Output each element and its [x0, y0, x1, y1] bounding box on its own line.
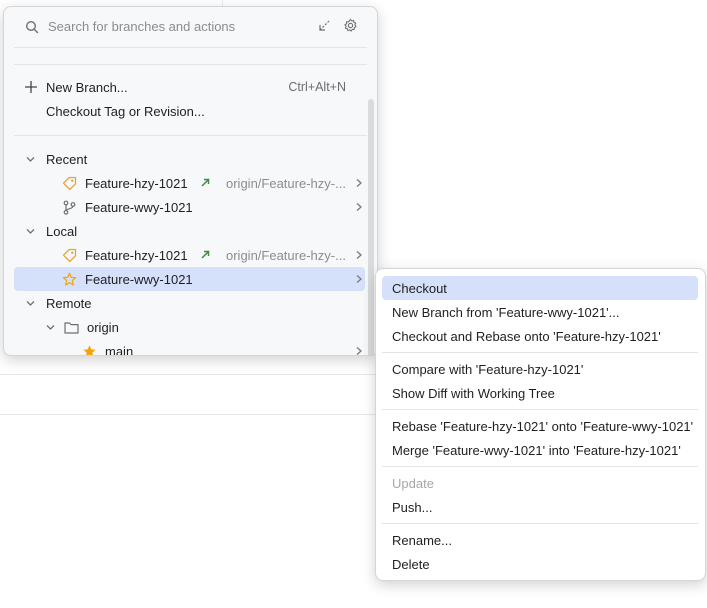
- checkout-tag-label: Checkout Tag or Revision...: [46, 103, 205, 119]
- recent-label: Recent: [46, 151, 88, 167]
- menu-separator: [382, 466, 698, 467]
- show-diff-menu-item[interactable]: Show Diff with Working Tree: [382, 381, 698, 405]
- tracking-branch: origin/Feature-hzy-...: [226, 247, 346, 263]
- branch-name: Feature-hzy-1021: [85, 175, 188, 191]
- menu-item-label: Rebase 'Feature-hzy-1021' onto 'Feature-…: [392, 418, 694, 434]
- tag-icon: [62, 248, 77, 263]
- outgoing-arrow-icon: [200, 177, 211, 188]
- recent-group[interactable]: Recent: [25, 147, 87, 171]
- new-branch-shortcut: Ctrl+Alt+N: [288, 80, 346, 94]
- gear-icon[interactable]: [343, 18, 358, 33]
- branch-name: Feature-wwy-1021: [85, 199, 193, 215]
- branch-name: main: [105, 343, 134, 356]
- menu-item-label: New Branch from 'Feature-wwy-1021'...: [392, 304, 620, 320]
- branch-name: Feature-wwy-1021: [85, 271, 193, 287]
- branch-icon: [62, 200, 77, 215]
- star-filled-icon: [82, 344, 97, 355]
- search-input[interactable]: Search for branches and actions: [48, 19, 235, 34]
- menu-separator: [382, 409, 698, 410]
- menu-item-label: Rename...: [392, 532, 452, 548]
- menu-item-label: Compare with 'Feature-hzy-1021': [392, 361, 584, 377]
- checkout-menu-item[interactable]: Checkout: [382, 276, 698, 300]
- remote-folder[interactable]: origin: [45, 315, 119, 339]
- branch-item[interactable]: Feature-hzy-1021 origin/Feature-hzy-...: [62, 171, 367, 195]
- background-divider: [0, 374, 376, 375]
- separator: [14, 135, 367, 136]
- branch-item[interactable]: Feature-hzy-1021 origin/Feature-hzy-...: [62, 243, 367, 267]
- menu-separator: [382, 352, 698, 353]
- local-group[interactable]: Local: [25, 219, 77, 243]
- menu-item-label: Delete: [392, 556, 430, 572]
- chevron-right-icon: [354, 202, 364, 212]
- menu-item-label: Merge 'Feature-wwy-1021' into 'Feature-h…: [392, 442, 681, 458]
- plus-icon: [24, 80, 38, 94]
- chevron-down-icon: [25, 154, 36, 165]
- folder-icon: [64, 321, 79, 334]
- rebase-menu-item[interactable]: Rebase 'Feature-hzy-1021' onto 'Feature-…: [382, 414, 698, 438]
- background-divider: [0, 414, 376, 415]
- chevron-down-icon: [25, 298, 36, 309]
- menu-item-label: Checkout: [392, 280, 447, 296]
- branches-popup: Search for branches and actions New Bran…: [3, 6, 378, 356]
- branch-name: Feature-hzy-1021: [85, 247, 188, 263]
- branch-context-menu: Checkout New Branch from 'Feature-wwy-10…: [375, 268, 706, 581]
- branch-item-selected[interactable]: Feature-wwy-1021: [62, 267, 367, 291]
- delete-menu-item[interactable]: Delete: [382, 552, 698, 576]
- tracking-branch: origin/Feature-hzy-...: [226, 175, 346, 191]
- chevron-right-icon: [354, 274, 364, 284]
- chevron-down-icon: [25, 226, 36, 237]
- menu-item-label: Update: [392, 475, 434, 491]
- chevron-down-icon: [45, 322, 56, 333]
- separator: [14, 47, 367, 48]
- chevron-right-icon: [354, 250, 364, 260]
- star-outline-icon: [62, 272, 77, 287]
- update-menu-item[interactable]: Update: [382, 471, 698, 495]
- search-icon: [25, 20, 39, 34]
- menu-item-label: Show Diff with Working Tree: [392, 385, 555, 401]
- scrollbar[interactable]: [368, 99, 374, 355]
- merge-menu-item[interactable]: Merge 'Feature-wwy-1021' into 'Feature-h…: [382, 438, 698, 462]
- collapse-arrows-icon[interactable]: [317, 18, 332, 33]
- rename-menu-item[interactable]: Rename...: [382, 528, 698, 552]
- compare-menu-item[interactable]: Compare with 'Feature-hzy-1021': [382, 357, 698, 381]
- local-label: Local: [46, 223, 78, 239]
- checkout-tag-action[interactable]: Checkout Tag or Revision...: [46, 99, 205, 123]
- chevron-right-icon: [354, 178, 364, 188]
- menu-separator: [382, 523, 698, 524]
- menu-item-label: Push...: [392, 499, 433, 515]
- folder-name: origin: [87, 319, 119, 335]
- branch-item[interactable]: Feature-wwy-1021: [62, 195, 367, 219]
- separator: [14, 64, 367, 65]
- branch-item[interactable]: main: [82, 339, 367, 356]
- push-menu-item[interactable]: Push...: [382, 495, 698, 519]
- menu-item-label: Checkout and Rebase onto 'Feature-hzy-10…: [392, 328, 661, 344]
- outgoing-arrow-icon: [200, 249, 211, 260]
- new-branch-from-menu-item[interactable]: New Branch from 'Feature-wwy-1021'...: [382, 300, 698, 324]
- remote-group[interactable]: Remote: [25, 291, 92, 315]
- remote-label: Remote: [46, 295, 92, 311]
- new-branch-action[interactable]: New Branch... Ctrl+Alt+N: [24, 75, 364, 99]
- search-bar[interactable]: Search for branches and actions: [4, 7, 377, 47]
- tag-icon: [62, 176, 77, 191]
- chevron-right-icon: [354, 346, 364, 355]
- checkout-rebase-menu-item[interactable]: Checkout and Rebase onto 'Feature-hzy-10…: [382, 324, 698, 348]
- new-branch-label: New Branch...: [46, 79, 128, 95]
